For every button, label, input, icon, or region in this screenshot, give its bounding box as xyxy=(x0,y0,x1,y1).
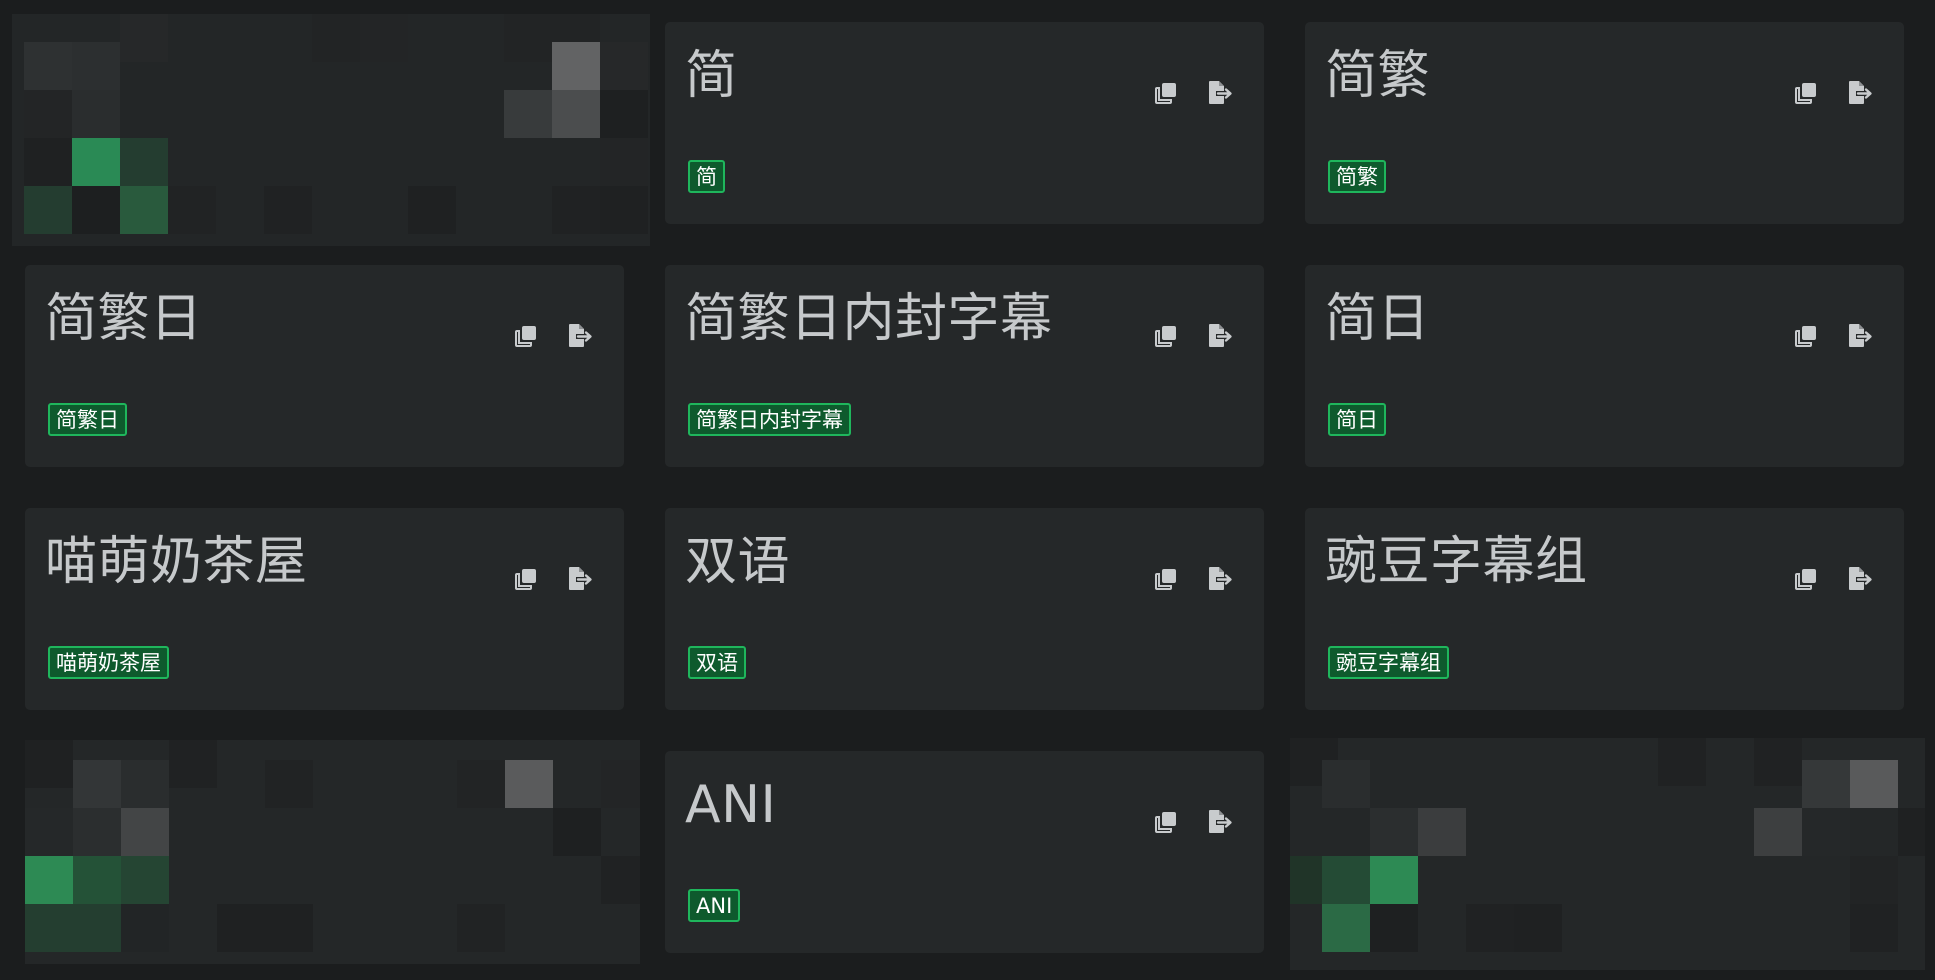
card-title: 简繁日内封字幕 xyxy=(685,289,1053,349)
filter-card: 双语 双语 xyxy=(665,508,1264,710)
filter-card: 简繁 简繁 xyxy=(1305,22,1904,224)
card-actions xyxy=(512,322,594,350)
card-title: 喵萌奶茶屋 xyxy=(45,532,308,592)
tag-badge: 双语 xyxy=(688,646,746,680)
tag-badge: 简繁 xyxy=(1328,160,1386,194)
copy-icon[interactable] xyxy=(1152,79,1180,107)
tag-badge: 简繁日 xyxy=(48,403,127,437)
file-export-icon[interactable] xyxy=(566,565,594,593)
file-export-icon[interactable] xyxy=(1206,808,1234,836)
filter-card: 简日 简日 xyxy=(1305,265,1904,467)
filter-card: 简 简 xyxy=(665,22,1264,224)
filter-card: 喵萌奶茶屋 喵萌奶茶屋 xyxy=(25,508,624,710)
card-title: 豌豆字幕组 xyxy=(1325,532,1588,592)
file-export-icon[interactable] xyxy=(1206,79,1234,107)
card-grid: 简 简 简繁 简繁 简繁日 简繁日 简繁日内封字幕 简繁日内封字幕 简日 简日 … xyxy=(0,0,1935,980)
filter-card: ANI ANI xyxy=(665,751,1264,953)
tag-badge: 简日 xyxy=(1328,403,1386,437)
copy-icon[interactable] xyxy=(512,322,540,350)
filter-card: 豌豆字幕组 豌豆字幕组 xyxy=(1305,508,1904,710)
file-export-icon[interactable] xyxy=(1846,79,1874,107)
card-actions xyxy=(512,565,594,593)
copy-icon[interactable] xyxy=(1152,808,1180,836)
redacted-card-mosaic xyxy=(12,14,650,246)
tag-badge: ANI xyxy=(688,889,741,923)
card-actions xyxy=(1152,808,1234,836)
card-actions xyxy=(1152,79,1234,107)
copy-icon[interactable] xyxy=(512,565,540,593)
card-actions xyxy=(1152,322,1234,350)
copy-icon[interactable] xyxy=(1792,79,1820,107)
copy-icon[interactable] xyxy=(1792,565,1820,593)
copy-icon[interactable] xyxy=(1792,322,1820,350)
copy-icon[interactable] xyxy=(1152,565,1180,593)
redacted-card-mosaic xyxy=(25,740,640,964)
file-export-icon[interactable] xyxy=(1846,565,1874,593)
tag-badge: 喵萌奶茶屋 xyxy=(48,646,169,680)
filter-card: 简繁日 简繁日 xyxy=(25,265,624,467)
card-actions xyxy=(1152,565,1234,593)
card-title: 简日 xyxy=(1325,289,1431,349)
card-title: 简繁 xyxy=(1325,46,1431,106)
card-actions xyxy=(1792,565,1874,593)
card-title: ANI xyxy=(685,775,777,835)
card-actions xyxy=(1792,79,1874,107)
tag-badge: 简繁日内封字幕 xyxy=(688,403,851,437)
filter-card: 简繁日内封字幕 简繁日内封字幕 xyxy=(665,265,1264,467)
file-export-icon[interactable] xyxy=(566,322,594,350)
tag-badge: 简 xyxy=(688,160,725,194)
file-export-icon[interactable] xyxy=(1846,322,1874,350)
card-title: 简繁日 xyxy=(45,289,203,349)
card-title: 双语 xyxy=(685,532,791,592)
card-title: 简 xyxy=(685,46,738,106)
file-export-icon[interactable] xyxy=(1206,322,1234,350)
file-export-icon[interactable] xyxy=(1206,565,1234,593)
tag-badge: 豌豆字幕组 xyxy=(1328,646,1449,680)
copy-icon[interactable] xyxy=(1152,322,1180,350)
card-actions xyxy=(1792,322,1874,350)
redacted-card-mosaic xyxy=(1290,738,1925,970)
